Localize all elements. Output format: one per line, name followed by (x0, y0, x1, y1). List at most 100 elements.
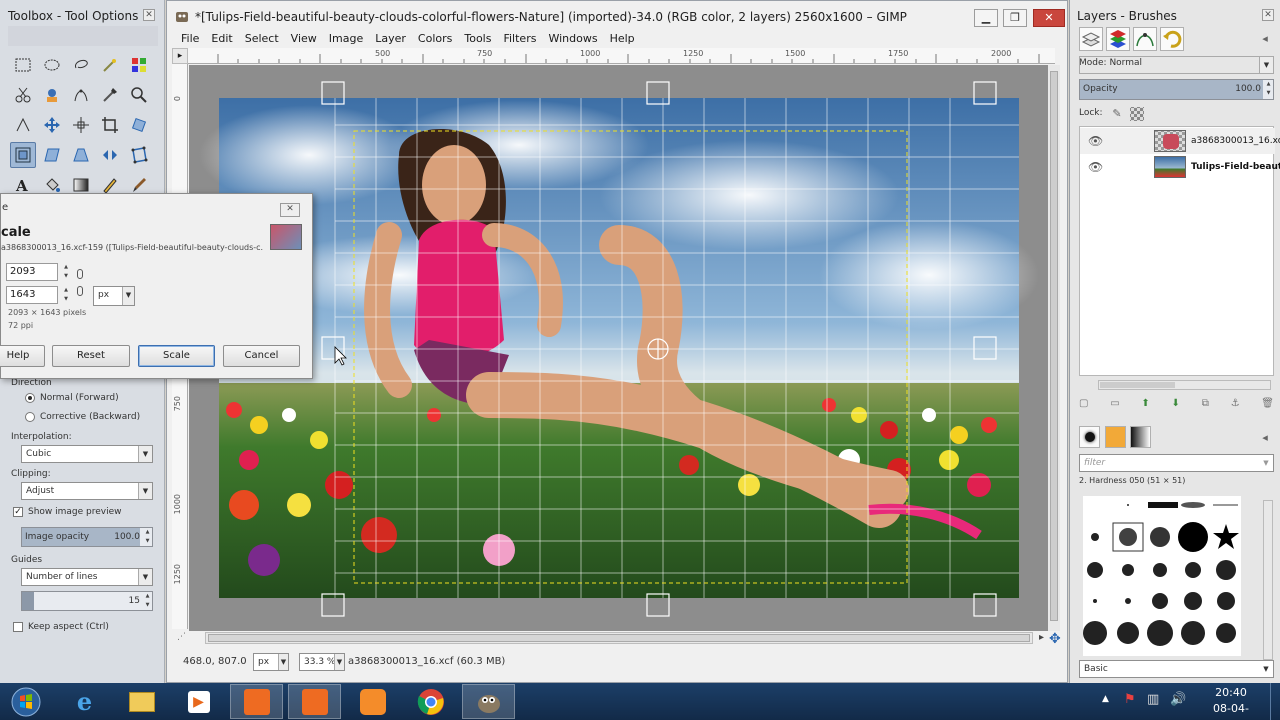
brush-set-select[interactable]: Basic ▼ (1079, 660, 1274, 678)
cage-transform-tool-icon[interactable] (126, 142, 152, 168)
menu-edit[interactable]: Edit (205, 30, 238, 48)
reset-button[interactable]: Reset (52, 345, 130, 367)
tray-network-icon[interactable]: ▥ (1147, 692, 1159, 707)
duplicate-layer-icon[interactable]: ⧉ (1202, 398, 1209, 416)
interpolation-select[interactable]: Cubic ▼ (21, 445, 153, 463)
direction-backward-radio[interactable]: Corrective (Backward) (25, 412, 140, 422)
crop-tool-icon[interactable] (97, 112, 123, 138)
rect-select-tool-icon[interactable] (10, 52, 36, 78)
scissors-tool-icon[interactable] (10, 82, 36, 108)
menu-colors[interactable]: Colors (412, 30, 458, 48)
taskbar-gimp-icon[interactable] (462, 684, 515, 719)
taskbar-uc-browser-icon[interactable] (346, 684, 399, 719)
taskbar-recorder-2-icon[interactable] (288, 684, 341, 719)
menu-view[interactable]: View (285, 30, 323, 48)
height-spin-icon[interactable]: ▲ ▼ (61, 286, 71, 304)
guides-count-slider[interactable]: 15 ▲ ▼ (21, 591, 153, 611)
menu-filters[interactable]: Filters (497, 30, 542, 48)
move-tool-icon[interactable] (39, 112, 65, 138)
scale-button[interactable]: Scale (138, 345, 215, 367)
spin-arrows-icon[interactable]: ▲ ▼ (1264, 80, 1273, 98)
unit-select[interactable]: px ▼ (253, 653, 289, 671)
delete-layer-icon[interactable]: 🗑 (1261, 398, 1274, 416)
canvas-image[interactable] (189, 65, 1055, 631)
brush-vscroll[interactable] (1263, 500, 1273, 660)
brushes-tab-icon[interactable] (1079, 426, 1100, 448)
color-select-tool-icon[interactable] (126, 52, 152, 78)
paths-tab-icon[interactable] (1133, 27, 1157, 51)
measure-tool-icon[interactable] (10, 112, 36, 138)
flip-tool-icon[interactable] (97, 142, 123, 168)
horizontal-scrollbar[interactable] (205, 632, 1033, 644)
dock-menu-arrow-icon[interactable]: ◂ (1258, 32, 1272, 46)
taskbar-ie-icon[interactable]: e (58, 684, 111, 719)
foreground-select-tool-icon[interactable] (39, 82, 65, 108)
dialog-close-icon[interactable]: ✕ (280, 203, 300, 217)
width-spin-icon[interactable]: ▲ ▼ (61, 263, 71, 281)
mode-select[interactable]: ▼ (1079, 56, 1274, 74)
brush-thumbnails[interactable] (1083, 496, 1241, 656)
layer-row[interactable]: 👁 a3868300013_16.xcf (1080, 128, 1280, 154)
quick-mask-arrow-icon[interactable]: ▸ (172, 48, 188, 64)
menu-select[interactable]: Select (239, 30, 285, 48)
clipping-select[interactable]: Adjust ▼ (21, 482, 153, 500)
zoom-select[interactable]: 33.3 % ▼ (299, 653, 345, 671)
tray-volume-icon[interactable]: 🔊 (1170, 692, 1186, 707)
navigate-arrow-icon[interactable]: ▸ (1039, 632, 1044, 643)
raise-layer-icon[interactable]: ⬆ (1141, 398, 1149, 416)
spin-arrows-icon[interactable]: ▲ ▼ (143, 592, 152, 610)
chain-link-icon[interactable] (77, 269, 83, 279)
cancel-button[interactable]: Cancel (223, 345, 300, 367)
image-opacity-slider[interactable]: Image opacity 100.0 ▲ ▼ (21, 527, 153, 547)
anchor-layer-icon[interactable]: ⚓ (1231, 398, 1240, 416)
brush-grid[interactable] (1083, 496, 1241, 656)
ellipse-select-tool-icon[interactable] (39, 52, 65, 78)
layer-opacity-slider[interactable]: Opacity 100.0 ▲ ▼ (1079, 79, 1274, 100)
undo-history-tab-icon[interactable] (1160, 27, 1184, 51)
channels-tab-icon[interactable] (1106, 27, 1130, 51)
guides-select[interactable]: Number of lines ▼ (21, 568, 153, 586)
layers-list[interactable]: 👁 a3868300013_16.xcf 👁 Tulips-Field-beau… (1079, 126, 1280, 376)
vertical-scroll-thumb[interactable] (1050, 71, 1058, 621)
menu-windows[interactable]: Windows (542, 30, 603, 48)
chain-link-icon[interactable] (77, 286, 83, 296)
maximize-button[interactable]: ❐ (1003, 9, 1027, 27)
show-desktop-button[interactable] (1270, 683, 1280, 720)
tray-show-hidden-icon[interactable]: ▲ (1102, 694, 1109, 704)
brushes-menu-arrow-icon[interactable]: ◂ (1258, 431, 1272, 445)
taskbar-chrome-icon[interactable] (404, 684, 457, 719)
shear-tool-icon[interactable] (39, 142, 65, 168)
zoom-tool-icon[interactable] (126, 82, 152, 108)
menu-help[interactable]: Help (604, 30, 641, 48)
menu-file[interactable]: File (175, 30, 205, 48)
rotate-tool-icon[interactable] (126, 112, 152, 138)
vertical-scrollbar[interactable] (1048, 65, 1060, 631)
color-picker-tool-icon[interactable] (97, 82, 123, 108)
width-input[interactable]: 2093 (6, 263, 58, 281)
toolbox-close-icon[interactable]: ✕ (143, 9, 155, 21)
size-unit-select[interactable]: px ▼ (93, 286, 135, 306)
help-button[interactable]: Help (0, 345, 45, 367)
show-preview-checkbox[interactable]: ✓ Show image preview (13, 507, 122, 517)
lock-pixels-brush-icon[interactable]: ✎ (1110, 107, 1124, 121)
lasso-tool-icon[interactable] (68, 52, 94, 78)
layers-hscroll-thumb[interactable] (1100, 382, 1175, 388)
lock-alpha-checker-icon[interactable] (1130, 107, 1144, 121)
menu-layer[interactable]: Layer (369, 30, 412, 48)
dock-close-icon[interactable]: ✕ (1262, 9, 1274, 21)
direction-forward-radio[interactable]: Normal (Forward) (25, 393, 119, 403)
taskbar-media-icon[interactable]: ▶ (172, 684, 225, 719)
layers-tab-icon[interactable] (1079, 27, 1103, 51)
close-button[interactable]: ✕ (1033, 9, 1065, 27)
height-input[interactable]: 1643 (6, 286, 58, 304)
tray-flag-icon[interactable]: ⚑ (1124, 692, 1136, 707)
menu-tools[interactable]: Tools (458, 30, 497, 48)
visibility-eye-icon[interactable]: 👁 (1088, 134, 1103, 148)
lower-layer-icon[interactable]: ⬇ (1172, 398, 1180, 416)
keep-aspect-checkbox[interactable]: Keep aspect (Ctrl) (13, 622, 109, 632)
gradients-tab-icon[interactable] (1130, 426, 1151, 448)
paths-tool-icon[interactable] (68, 82, 94, 108)
taskbar-recorder-icon[interactable] (230, 684, 283, 719)
fuzzy-select-tool-icon[interactable] (97, 52, 123, 78)
horizontal-scroll-thumb[interactable] (208, 634, 1030, 642)
